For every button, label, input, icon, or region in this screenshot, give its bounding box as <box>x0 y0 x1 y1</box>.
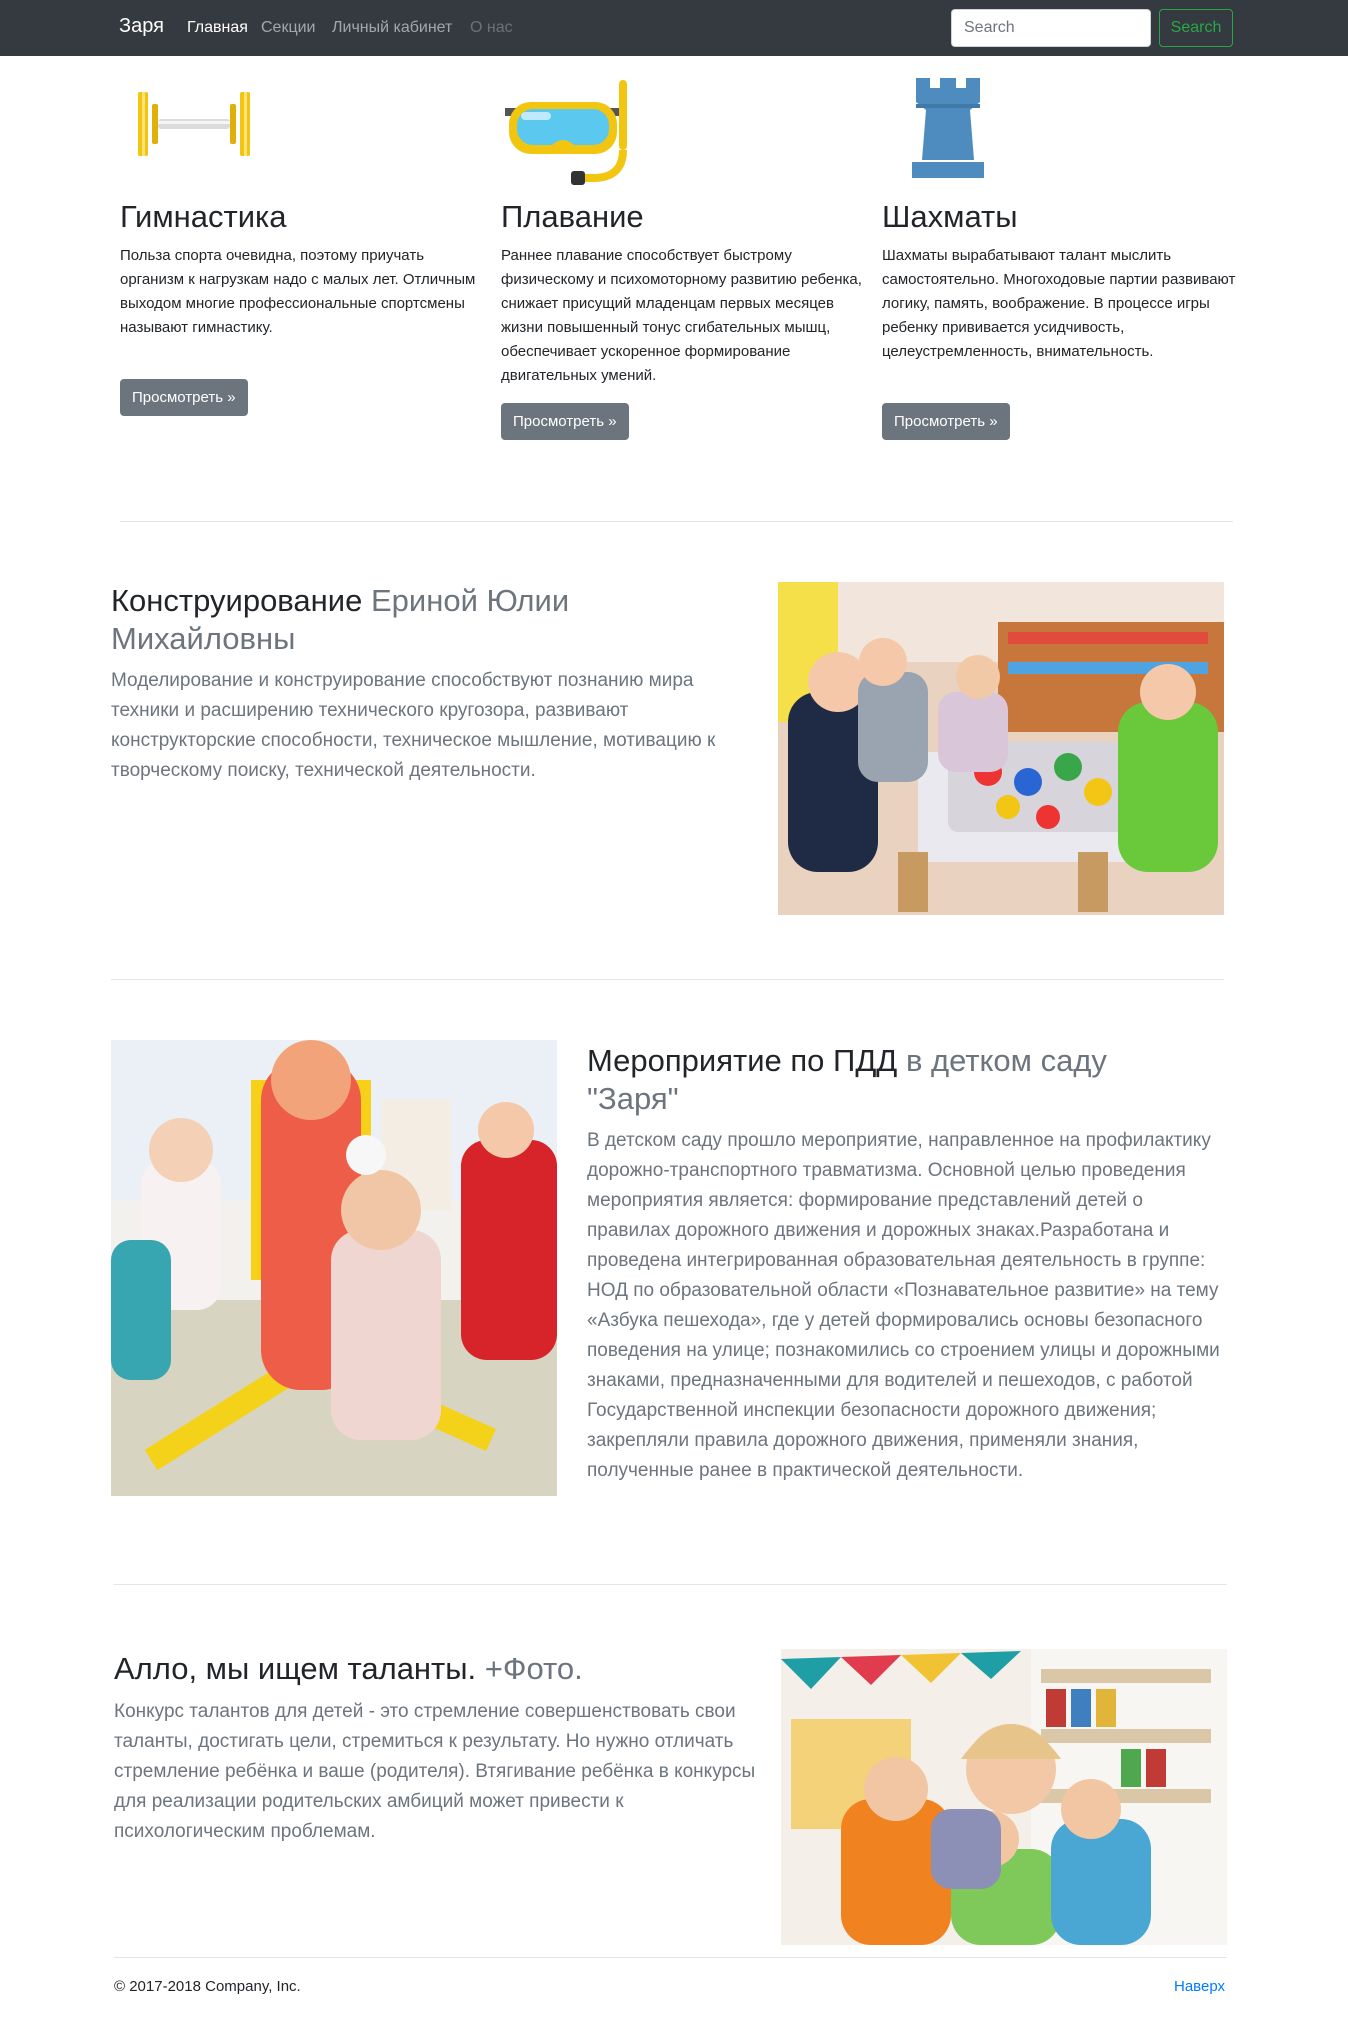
view-chess-button[interactable]: Просмотреть » <box>882 403 1010 440</box>
feature-heading-main: Конструирование <box>111 583 363 618</box>
feature-heading-main: Алло, мы ищем таланты. <box>114 1651 477 1686</box>
section-description: Шахматы вырабатывают талант мыслить само… <box>882 247 1236 360</box>
section-description: Раннее плавание способствует быстрому фи… <box>501 247 862 384</box>
children-traffic-event-photo <box>111 1040 557 1496</box>
search-button[interactable]: Search <box>1159 9 1233 47</box>
feature-heading: Мероприятие по ПДД в детком саду "Заря" <box>587 1042 1207 1118</box>
section-title: Гимнастика <box>120 199 287 234</box>
section-description: Польза спорта очевидна, поэтому приучать… <box>120 247 476 336</box>
view-gymnastics-button[interactable]: Просмотреть » <box>120 379 248 416</box>
teacher-hugging-children-photo <box>781 1649 1227 1945</box>
feature-text: В детском саду прошло мероприятие, напра… <box>587 1130 1220 1481</box>
section-title: Шахматы <box>882 199 1018 234</box>
nav-link-sections[interactable]: Секции <box>261 19 316 37</box>
footer-copyright: © 2017-2018 Company, Inc. <box>114 1978 301 1995</box>
divider <box>111 979 1224 980</box>
section-card-gymnastics: Гимнастика Польза спорта очевидна, поэто… <box>120 66 482 426</box>
feature-text: Моделирование и конструирование способст… <box>111 670 716 781</box>
view-swimming-button[interactable]: Просмотреть » <box>501 403 629 440</box>
feature-heading-muted: +Фото. <box>484 1651 583 1686</box>
search-input[interactable] <box>951 9 1151 47</box>
swim-mask-icon <box>501 66 863 185</box>
feature-heading: Конструирование Ериной Юлии Михайловны <box>111 582 671 658</box>
section-card-chess: Шахматы Шахматы вырабатывают талант мысл… <box>882 66 1244 446</box>
top-navbar: Заря Главная Секции Личный кабинет О нас… <box>0 0 1348 56</box>
chess-rook-icon <box>882 66 1244 181</box>
brand-logo[interactable]: Заря <box>119 15 164 38</box>
feature-heading: Алло, мы ищем таланты. +Фото. <box>114 1650 754 1688</box>
children-building-blocks-photo <box>778 582 1224 915</box>
divider <box>120 521 1233 522</box>
section-title: Плавание <box>501 199 644 234</box>
section-card-swimming: Плавание Раннее плавание способствует бы… <box>501 66 863 446</box>
nav-link-account[interactable]: Личный кабинет <box>332 19 452 37</box>
nav-link-home[interactable]: Главная <box>187 19 248 37</box>
divider <box>114 1957 1227 1958</box>
feature-text: Конкурс талантов для детей - это стремле… <box>114 1701 756 1842</box>
divider <box>114 1584 1227 1585</box>
feature-heading-main: Мероприятие по ПДД <box>587 1043 898 1078</box>
dumbbell-icon <box>120 66 482 181</box>
back-to-top-link[interactable]: Наверх <box>1174 1978 1225 1995</box>
nav-link-about: О нас <box>470 19 513 36</box>
